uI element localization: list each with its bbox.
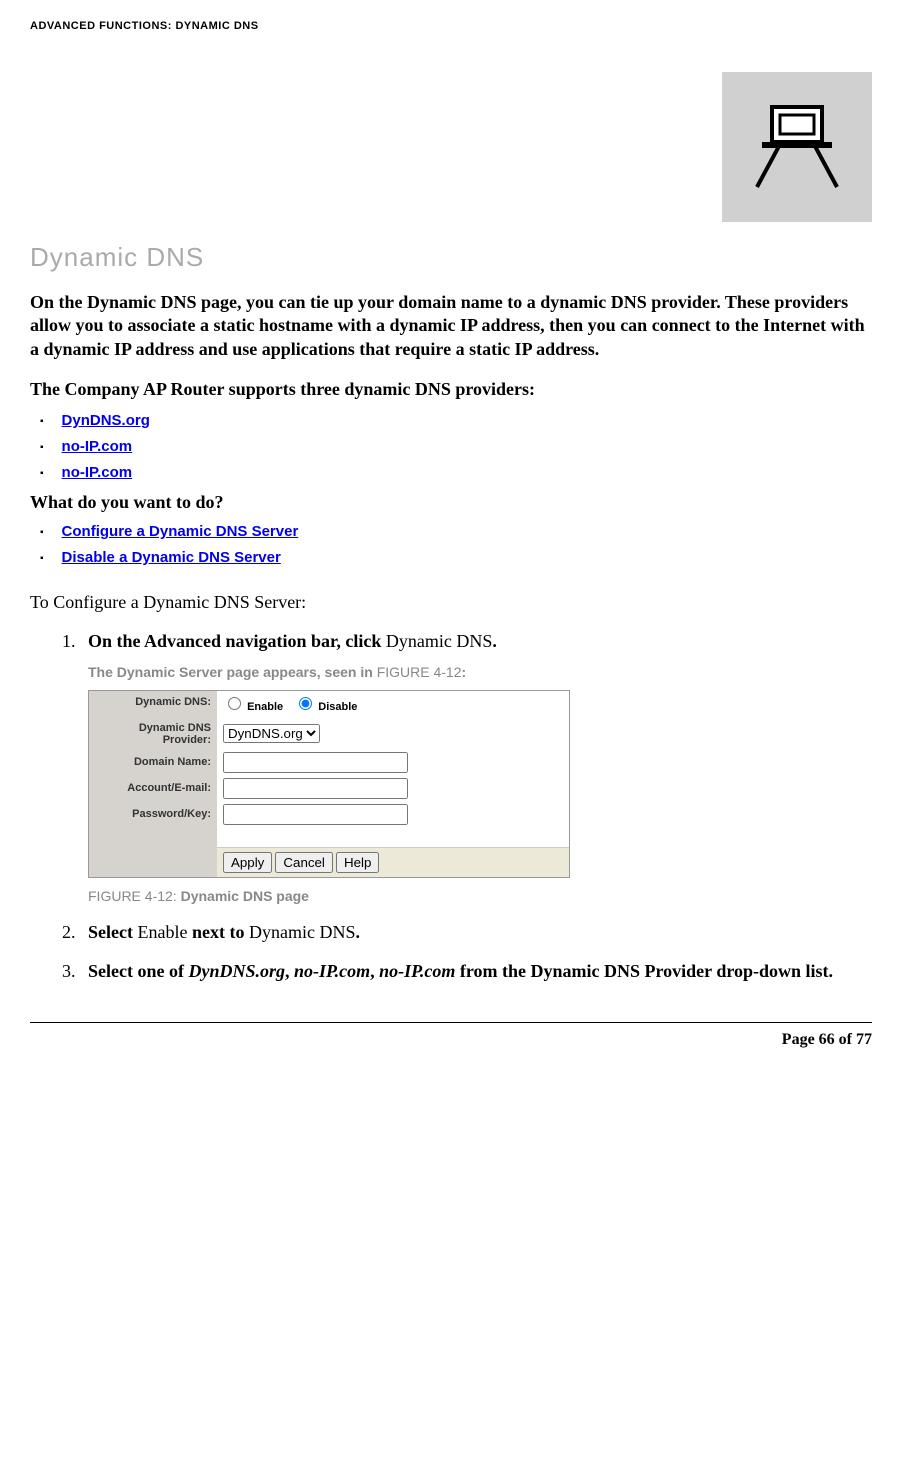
- label-provider: Dynamic DNS Provider:: [89, 717, 217, 751]
- radio-disable[interactable]: [299, 697, 312, 710]
- figure-intro: The Dynamic Server page appears, seen in…: [88, 664, 872, 680]
- page-header: ADVANCED FUNCTIONS: DYNAMIC DNS: [30, 20, 872, 32]
- step-3: Select one of DynDNS.org, no-IP.com, no-…: [80, 961, 872, 982]
- apply-button[interactable]: Apply: [223, 852, 272, 873]
- account-email-input[interactable]: [223, 778, 408, 799]
- provider-link-dyndns[interactable]: DynDNS.org: [62, 412, 150, 429]
- page-footer: Page 66 of 77: [30, 1031, 872, 1049]
- supports-paragraph: The Company AP Router supports three dyn…: [30, 379, 872, 400]
- intro-paragraph: On the Dynamic DNS page, you can tie up …: [30, 291, 872, 361]
- page-title: Dynamic DNS: [30, 242, 872, 273]
- section-heading: To Configure a Dynamic DNS Server:: [30, 592, 872, 613]
- figure-screenshot: Dynamic DNS: Dynamic DNS Provider: Domai…: [88, 690, 570, 878]
- radio-enable-label: Enable: [247, 701, 283, 713]
- step-1: On the Advanced navigation bar, click Dy…: [80, 631, 872, 904]
- domain-name-input[interactable]: [223, 752, 408, 773]
- help-button[interactable]: Help: [336, 852, 379, 873]
- action-link-configure[interactable]: Configure a Dynamic DNS Server: [62, 523, 299, 540]
- label-domain: Domain Name:: [89, 751, 217, 777]
- action-link-disable[interactable]: Disable a Dynamic DNS Server: [62, 549, 281, 566]
- step-2: Select Enable next to Dynamic DNS.: [80, 922, 872, 943]
- password-key-input[interactable]: [223, 804, 408, 825]
- footer-divider: [30, 1022, 872, 1023]
- provider-select[interactable]: DynDNS.org: [223, 724, 320, 743]
- provider-link-noip-2[interactable]: no-IP.com: [62, 464, 133, 481]
- action-list: Configure a Dynamic DNS Server Disable a…: [30, 523, 872, 567]
- label-account: Account/E-mail:: [89, 777, 217, 803]
- question-text: What do you want to do?: [30, 492, 872, 513]
- radio-enable[interactable]: [228, 697, 241, 710]
- provider-list: DynDNS.org no-IP.com no-IP.com: [30, 412, 872, 482]
- section-icon: [722, 72, 872, 222]
- provider-link-noip-1[interactable]: no-IP.com: [62, 438, 133, 455]
- cancel-button[interactable]: Cancel: [275, 852, 333, 873]
- figure-caption: FIGURE 4-12: Dynamic DNS page: [88, 888, 872, 904]
- radio-disable-label: Disable: [318, 701, 357, 713]
- label-password: Password/Key:: [89, 803, 217, 829]
- label-dynamic-dns: Dynamic DNS:: [89, 691, 217, 717]
